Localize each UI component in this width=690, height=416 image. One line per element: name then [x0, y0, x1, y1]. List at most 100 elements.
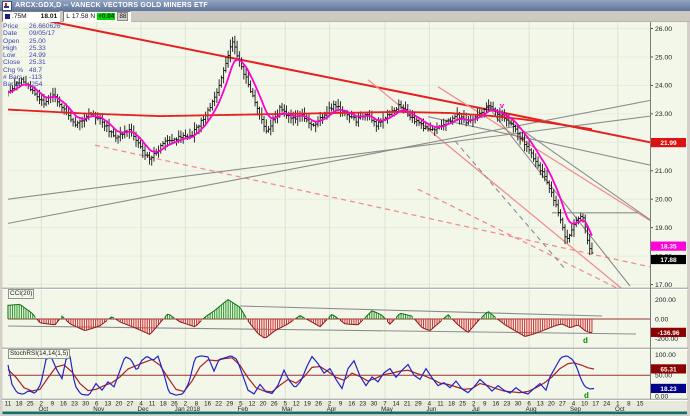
quote-volume: .75M [12, 13, 27, 20]
timeline-tick-label: 26 [271, 401, 278, 408]
window-title: ARCX:GDX,D -- VANECK VECTORS GOLD MINERS… [15, 2, 208, 9]
timeline-tick-label: 16 [348, 401, 355, 408]
timeline-tick-label: 30 [370, 401, 377, 408]
info-value: 09/05/17 [29, 30, 55, 37]
cci-badge-text: -136.96 [657, 330, 679, 337]
quote-low: 17.58 [72, 13, 89, 20]
timeline-tick-label: 11 [149, 401, 156, 408]
timeline-tick-label: 20 [115, 401, 122, 408]
timeline-tick-label: 11 [5, 401, 12, 408]
timeline-tick-label: 24 [603, 401, 610, 408]
timeline-tick-label: 9 [483, 401, 487, 408]
price-axis-label: 23.00 [655, 111, 672, 118]
timeline-tick-label: 30 [515, 401, 522, 408]
timeline-month-label: Oct [615, 406, 625, 413]
timeline-tick-label: 9 [51, 401, 55, 408]
info-row: High25.33 [3, 45, 61, 52]
timeline-tick-label: 9 [339, 401, 343, 408]
quote-volume-field: .75M 18.01 [2, 11, 60, 22]
info-value: 25.33 [29, 45, 46, 52]
price-axis-label: 24.00 [655, 83, 672, 90]
timeline-tick-label: 18 [160, 401, 167, 408]
stoch-badge-text: 18.23 [660, 386, 677, 393]
info-row: Date09/05/17 [3, 30, 61, 37]
cci-axis-label: 200.00 [655, 297, 676, 304]
price-axis-label: 26.00 [655, 26, 672, 33]
signal-marker-d: d [584, 391, 589, 400]
info-value: 25.00 [29, 38, 46, 45]
timeline-tick-label: 25 [459, 401, 466, 408]
info-label: Low [3, 52, 29, 59]
timeline-tick-label: 17 [592, 401, 599, 408]
info-label: Bar Ix [3, 81, 29, 88]
info-label: High [3, 45, 29, 52]
timeline-tick-label: 22 [215, 401, 222, 408]
stochrsi-panel-label: StochRSI(14,14(1,5) [8, 349, 70, 359]
info-row: Chg %48.7 [3, 67, 61, 74]
timeline-month-label: Feb [238, 406, 249, 413]
stoch-axis-label: 50.00 [655, 373, 672, 380]
quote-net-label: N [90, 13, 95, 20]
cursor-info-panel: Price26.660626Date09/05/17Open25.00High2… [3, 23, 61, 89]
price-badge-text: 17.88 [660, 257, 677, 264]
info-row: Close25.31 [3, 59, 61, 66]
info-row: Bar Ix-254 [3, 81, 61, 88]
timeline-tick-label: 21 [404, 401, 411, 408]
cci-panel-label: CCI(20) [8, 289, 34, 299]
price-axis-label: 19.00 [655, 225, 672, 232]
window-titlebar[interactable]: ARCX:GDX,D -- VANECK VECTORS GOLD MINERS… [0, 0, 690, 11]
quote-bar: .75M 18.01 L 17.58 N +0.04 88 [0, 11, 690, 22]
timeline-tick-label: 16 [60, 401, 67, 408]
timeline-tick-label: 15 [637, 401, 644, 408]
price-axis-label: 25.00 [655, 54, 672, 61]
timeline-tick-label: 29 [415, 401, 422, 408]
info-value: -113 [29, 74, 42, 81]
info-value: 25.31 [29, 59, 46, 66]
symbol-square-icon [5, 14, 10, 19]
timeline-month-label: Nov [93, 406, 105, 413]
timeline-month-label: Jul [472, 406, 480, 413]
timeline-tick-label: 20 [548, 401, 555, 408]
timeline-tick-label: 12 [248, 401, 255, 408]
info-value: 26.660626 [29, 23, 61, 30]
info-label: Close [3, 59, 29, 66]
quote-extra-badge: 88 [117, 12, 128, 21]
price-badge-text: 21.99 [660, 140, 677, 147]
info-row: Price26.660626 [3, 23, 61, 30]
info-label: Price [3, 23, 29, 30]
timeline-tick-label: 18 [16, 401, 23, 408]
timeline-tick-label: 20 [260, 401, 267, 408]
info-label: Date [3, 30, 29, 37]
timeline-month-label: Jun [426, 406, 437, 413]
timeline-tick-label: 18 [448, 401, 455, 408]
quote-low-label: L [66, 13, 70, 20]
timeline-tick-label: 13 [104, 401, 111, 408]
timeline-tick-label: 11 [437, 401, 444, 408]
info-label: # Bars [3, 74, 29, 81]
chart-canvas[interactable]: v26.0025.0024.0023.0022.0021.0020.0019.0… [0, 0, 690, 416]
timeline-tick-label: 19 [304, 401, 311, 408]
info-label: Chg % [3, 67, 29, 74]
timeline-tick-label: 26 [315, 401, 322, 408]
cci-axis-label: 0.00 [655, 316, 668, 323]
info-value: 24.99 [29, 52, 46, 59]
timeline-tick-label: 12 [293, 401, 300, 408]
quote-last: 18.01 [41, 13, 58, 20]
signal-marker-d: d [583, 336, 588, 345]
info-value: 48.7 [29, 67, 42, 74]
timeline-month-label: Oct [38, 406, 48, 413]
timeline-tick-label: 23 [71, 401, 78, 408]
info-row: Low24.99 [3, 52, 61, 59]
quote-range-field: L 17.58 N +0.04 88 [63, 11, 131, 22]
price-axis-label: 21.00 [655, 168, 672, 175]
timeline-tick-label: 16 [204, 401, 211, 408]
quote-change-badge: +0.04 [97, 13, 115, 20]
timeline-tick-label: 23 [504, 401, 511, 408]
stoch-badge-text: 65.31 [660, 366, 677, 373]
timeline-tick-label: 27 [127, 401, 134, 408]
timeline-month-label: Jan 2018 [175, 406, 201, 413]
app-icon [2, 1, 12, 11]
chart-background [0, 11, 690, 416]
timeline-month-label: Sep [570, 406, 582, 413]
timeline-month-label: May [381, 406, 394, 413]
